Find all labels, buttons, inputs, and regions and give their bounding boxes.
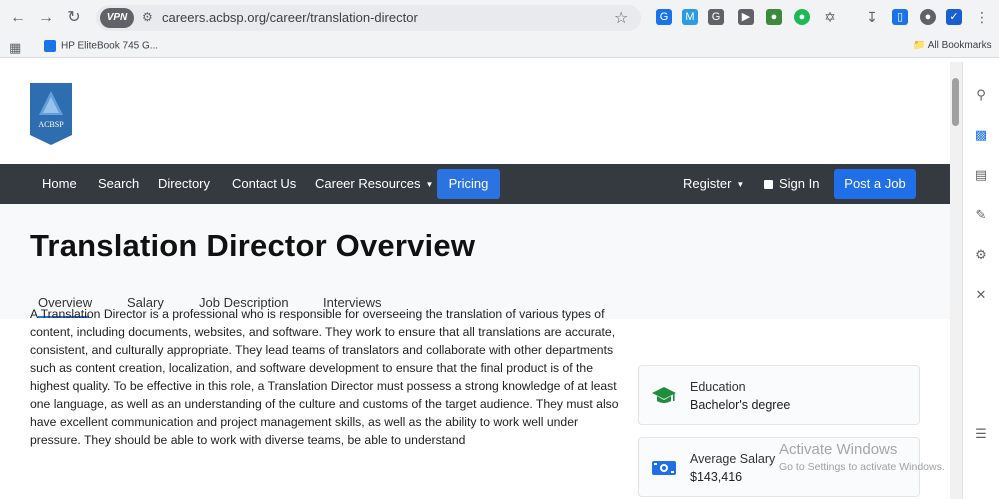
logo-text: ACBSP (38, 120, 64, 129)
side-tools-icon[interactable]: ✕ (974, 288, 988, 302)
reload-icon[interactable]: ↻ (64, 8, 84, 28)
money-icon (652, 461, 676, 475)
nav-sign-in[interactable]: Sign In (764, 176, 819, 191)
graduation-cap-icon (652, 387, 676, 403)
side-gamepad-icon[interactable]: ⚙ (974, 248, 988, 262)
nav-career-resources-label: Career Resources (315, 176, 421, 191)
extension-2-icon[interactable]: M (682, 9, 698, 25)
caret-down-icon: ▼ (425, 180, 434, 190)
nav-home[interactable]: Home (42, 176, 77, 191)
extension-6-icon[interactable]: ● (794, 9, 810, 25)
pricing-button[interactable]: Pricing (437, 169, 500, 199)
side-edit-icon[interactable]: ✎ (974, 208, 988, 222)
nav-register-label: Register (683, 176, 732, 191)
nav-sign-in-label: Sign In (779, 176, 820, 191)
nav-contact[interactable]: Contact Us (232, 176, 296, 191)
scrollbar-thumb[interactable] (952, 78, 959, 126)
side-panel-toggle-icon[interactable]: ▯ (892, 9, 908, 25)
profile-avatar-icon[interactable]: ● (920, 9, 936, 25)
site-info-icon[interactable]: ⚙ (142, 10, 156, 24)
main-navbar: Home Search Directory Contact Us Career … (0, 164, 950, 204)
education-card: Education Bachelor's degree (638, 365, 920, 425)
shield-icon[interactable]: ✓ (946, 9, 962, 25)
salary-label: Average Salary (690, 452, 776, 466)
all-bookmarks-link[interactable]: 📁 All Bookmarks (913, 40, 992, 51)
vpn-badge[interactable]: VPN (100, 8, 134, 28)
all-bookmarks-label: All Bookmarks (927, 40, 992, 51)
extensions-puzzle-icon[interactable]: ✡ (822, 9, 838, 25)
lock-icon (764, 180, 773, 189)
post-job-button[interactable]: Post a Job (834, 169, 916, 199)
back-arrow-icon[interactable]: ← (8, 8, 28, 28)
download-icon[interactable]: ↧ (864, 9, 880, 25)
nav-directory[interactable]: Directory (158, 176, 210, 191)
apps-grid-icon[interactable]: ▦ (9, 40, 21, 56)
menu-icon[interactable]: ⋮ (974, 9, 990, 25)
side-settings-sliders-icon[interactable]: ☰ (974, 427, 988, 441)
extension-5-icon[interactable]: ● (766, 9, 782, 25)
page-scrollbar[interactable] (950, 62, 962, 499)
bookmark-favicon-icon (44, 40, 56, 52)
url-text[interactable]: careers.acbsp.org/career/translation-dir… (162, 10, 418, 25)
education-value: Bachelor's degree (690, 398, 791, 412)
folder-icon: 📁 (913, 40, 926, 51)
education-label: Education (690, 380, 746, 394)
extension-4-icon[interactable]: ▶ (738, 9, 754, 25)
side-chat-icon[interactable]: ▩ (974, 128, 988, 142)
caret-down-icon: ▼ (736, 180, 745, 190)
forward-arrow-icon[interactable]: → (36, 8, 56, 28)
nav-career-resources[interactable]: Career Resources ▼ (315, 176, 433, 191)
windows-watermark-subtitle: Go to Settings to activate Windows. (779, 461, 945, 473)
side-document-icon[interactable]: ▤ (974, 168, 988, 182)
nav-register[interactable]: Register ▼ (683, 176, 744, 191)
page-title: Translation Director Overview (30, 228, 476, 263)
windows-watermark-title: Activate Windows (779, 441, 898, 458)
nav-search[interactable]: Search (98, 176, 139, 191)
extension-1-icon[interactable]: G (656, 9, 672, 25)
bookmark-label: HP EliteBook 745 G... (61, 40, 159, 52)
extension-3-icon[interactable]: G (708, 9, 724, 25)
job-description-text: A Translation Director is a professional… (30, 307, 619, 447)
salary-value: $143,416 (690, 470, 743, 484)
bookmark-item[interactable]: HP EliteBook 745 G... (44, 40, 158, 52)
side-search-icon[interactable]: ⚲ (974, 88, 988, 102)
acbsp-logo[interactable]: ACBSP (30, 83, 72, 145)
hero-section: Translation Director Overview Overview S… (0, 204, 950, 319)
bookmark-star-icon[interactable]: ☆ (614, 8, 628, 28)
